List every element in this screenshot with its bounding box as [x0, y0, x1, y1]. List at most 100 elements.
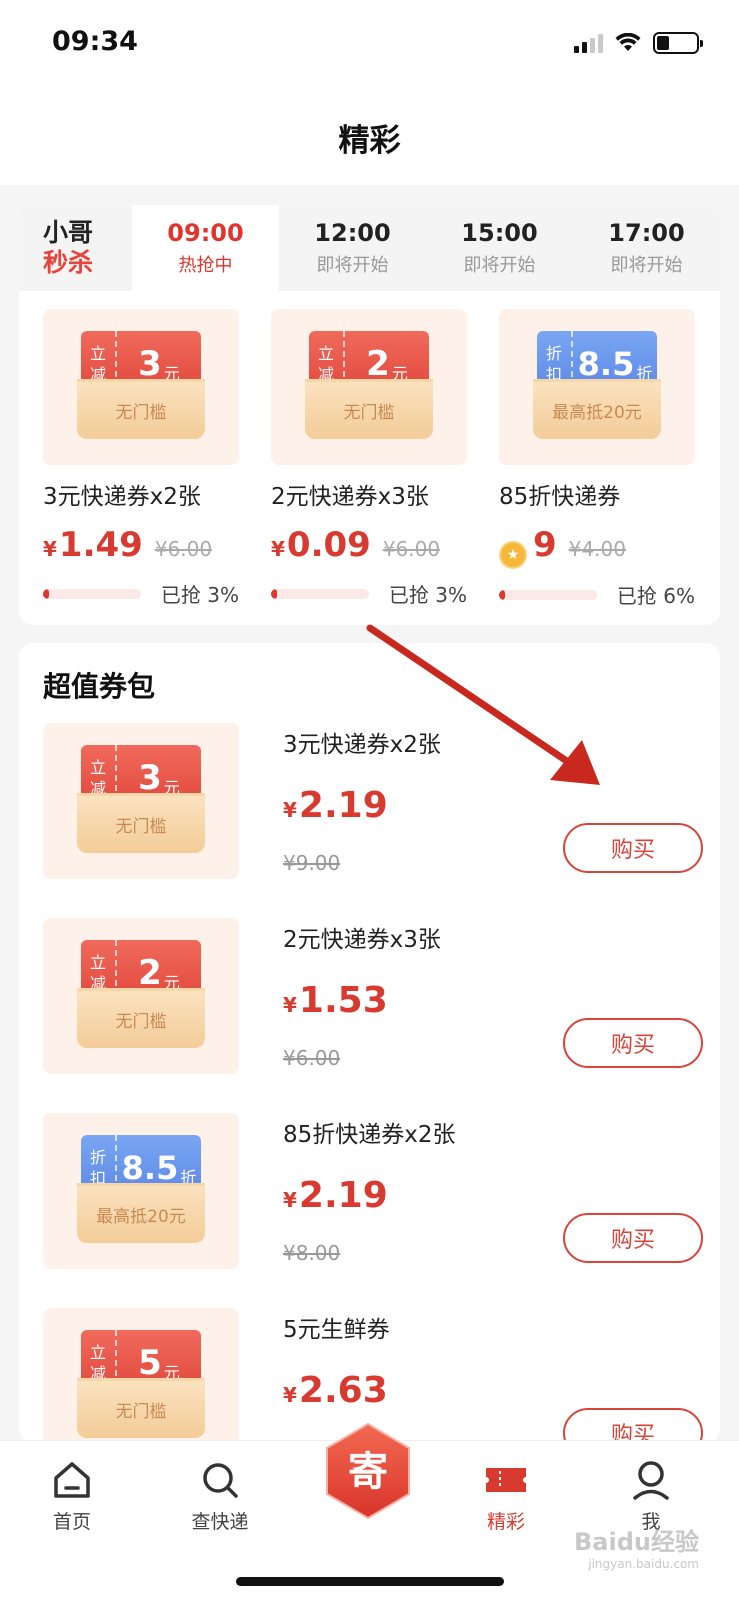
flash-sale-logo-line1: 小哥	[43, 218, 94, 247]
flash-sale-items: 立减 3元 无门槛 3元快递券x2张 ¥ 1.49 ¥6.00 已抢 3% 立 …	[19, 291, 720, 609]
grab-progress-bar	[43, 588, 141, 599]
coupon-graphic: 立减 3元 无门槛	[77, 331, 205, 441]
bundle-item-name: 85折快递券x2张	[283, 1122, 456, 1148]
coupon-envelope: 最高抵20元	[77, 1183, 205, 1243]
price-symbol: ¥	[283, 1188, 297, 1212]
user-icon	[633, 1461, 669, 1500]
watermark: Baidu经验 jingyan.baidu.com	[574, 1522, 699, 1571]
tab-track-label: 查快递	[191, 1511, 249, 1533]
flash-item-old-price: ¥4.00	[568, 537, 626, 561]
coupon-thumbnail: 立减 3元 无门槛	[43, 309, 239, 465]
coupon-value: 2	[138, 953, 162, 993]
flash-item[interactable]: 折扣 8.5 折 最高抵20元 85折快递券 ★ 9 ¥4.00 已抢 6%	[499, 309, 695, 609]
price-symbol: ¥	[271, 537, 285, 561]
coupon-value: 3	[138, 758, 162, 798]
grab-progress-bar	[271, 588, 369, 599]
flash-item-old-price: ¥6.00	[154, 537, 213, 561]
home-icon	[54, 1462, 90, 1498]
status-icons	[574, 32, 703, 54]
watermark-sub: jingyan.baidu.com	[588, 1557, 699, 1571]
bundle-item-old-price: ¥8.00	[283, 1241, 341, 1265]
coupon-envelope: 最高抵20元	[533, 379, 661, 439]
bottom-tab-bar: 首页 查快递 寄 精彩 我	[0, 1422, 739, 1600]
tab-track[interactable]: 查快递	[170, 1459, 270, 1534]
watermark-main: Baidu经验	[574, 1528, 699, 1556]
bundle-item-old-price: ¥6.00	[283, 1046, 341, 1070]
time-tab-status: 即将开始	[463, 255, 536, 276]
coupon-value: 8.5	[121, 1149, 179, 1187]
flash-item-price: 0.09	[286, 525, 371, 565]
tab-home[interactable]: 首页	[22, 1459, 122, 1534]
tab-featured[interactable]: 精彩	[456, 1459, 556, 1534]
tab-home-label: 首页	[52, 1511, 91, 1533]
status-time: 09:34	[52, 26, 138, 57]
price-symbol: ¥	[43, 537, 57, 561]
coupon-thumbnail: 立减 3元 无门槛	[43, 723, 239, 879]
time-tab-status: 即将开始	[610, 255, 683, 276]
coupon-tag-top: 立	[89, 344, 106, 363]
coupon-graphic: 立减 2元 无门槛	[77, 940, 205, 1050]
search-icon	[203, 1463, 238, 1498]
grab-progress-text: 已抢 6%	[616, 584, 695, 608]
bundle-item-price: 2.19	[298, 1175, 388, 1216]
coupon-thumbnail: 立减 2元 无门槛	[43, 918, 239, 1074]
flash-item[interactable]: 立减 2元 无门槛 2元快递券x3张 ¥ 0.09 ¥6.00 已抢 3%	[271, 309, 467, 609]
flash-item-price: 1.49	[58, 525, 143, 565]
flash-item-old-price: ¥6.00	[382, 537, 441, 561]
coupon-value: 5	[138, 1343, 162, 1383]
flash-item-name: 85折快递券	[499, 484, 621, 510]
section-title: 超值券包	[43, 670, 156, 703]
cellular-signal-icon	[574, 33, 603, 53]
home-indicator[interactable]	[236, 1577, 504, 1586]
buy-button[interactable]: 购买	[563, 1018, 703, 1068]
coin-icon: ★	[499, 541, 527, 569]
buy-button[interactable]: 购买	[563, 823, 703, 873]
time-tab-1700[interactable]: 17:00 即将开始	[573, 205, 720, 291]
bundle-item[interactable]: 折扣 8.5 折 最高抵20元 85折快递券x2张 ¥2.19 ¥8.00 购买	[43, 1113, 703, 1271]
coupon-graphic: 立减 5元 无门槛	[77, 1330, 205, 1440]
coupon-tag-top: 折	[545, 344, 562, 363]
flash-sale-logo: 小哥 秒杀	[19, 205, 132, 291]
time-tab-time: 17:00	[608, 219, 685, 247]
wifi-icon	[615, 33, 641, 51]
ticket-icon	[486, 1468, 526, 1492]
bundle-item-old-price: ¥9.00	[283, 851, 341, 875]
coupon-value: 8.5	[577, 345, 635, 383]
coupon-envelope: 无门槛	[305, 379, 433, 439]
bundle-item[interactable]: 立减 2元 无门槛 2元快递券x3张 ¥1.53 ¥6.00 购买	[43, 918, 703, 1076]
send-package-button[interactable]: 寄	[322, 1421, 414, 1521]
price-symbol: ¥	[283, 993, 297, 1017]
grab-progress-text: 已抢 3%	[160, 583, 239, 607]
time-tab-1200[interactable]: 12:00 即将开始	[279, 205, 426, 291]
price-symbol: ¥	[283, 798, 297, 822]
grab-progress-text: 已抢 3%	[388, 583, 467, 607]
coupon-envelope: 无门槛	[77, 793, 205, 853]
send-hexagon-icon: 寄	[326, 1422, 410, 1520]
flash-item-name: 2元快递券x3张	[271, 484, 429, 510]
time-tab-time: 15:00	[461, 219, 538, 247]
price-symbol: ¥	[283, 1383, 297, 1407]
coupon-thumbnail: 折扣 8.5 折 最高抵20元	[43, 1113, 239, 1269]
flash-item[interactable]: 立减 3元 无门槛 3元快递券x2张 ¥ 1.49 ¥6.00 已抢 3%	[43, 309, 239, 609]
coupon-tag-top: 立	[89, 758, 106, 777]
battery-icon	[653, 32, 703, 54]
coupon-graphic: 立减 2元 无门槛	[305, 331, 433, 441]
coupon-thumbnail: 立减 2元 无门槛	[271, 309, 467, 465]
coupon-tag-top: 立	[89, 1343, 106, 1362]
time-tab-status: 即将开始	[316, 255, 389, 276]
coupon-thumbnail: 立减 5元 无门槛	[43, 1308, 239, 1443]
time-tab-time: 12:00	[314, 219, 391, 247]
buy-button[interactable]: 购买	[563, 1213, 703, 1263]
time-tab-1500[interactable]: 15:00 即将开始	[426, 205, 573, 291]
send-glyph: 寄	[348, 1449, 388, 1495]
coupon-envelope: 无门槛	[77, 379, 205, 439]
coupon-thumbnail: 折扣 8.5 折 最高抵20元	[499, 309, 695, 465]
time-tab-0900[interactable]: 09:00 热抢中	[132, 205, 279, 291]
buy-button[interactable]: 购买	[563, 1408, 703, 1443]
coupon-tag-top: 立	[89, 953, 106, 972]
coupon-graphic: 立减 3元 无门槛	[77, 745, 205, 855]
page-title: 精彩	[338, 123, 401, 159]
bundle-item-price: 2.63	[298, 1370, 388, 1411]
page-header: 精彩	[0, 90, 739, 185]
coupon-graphic: 折扣 8.5 折 最高抵20元	[77, 1135, 205, 1245]
